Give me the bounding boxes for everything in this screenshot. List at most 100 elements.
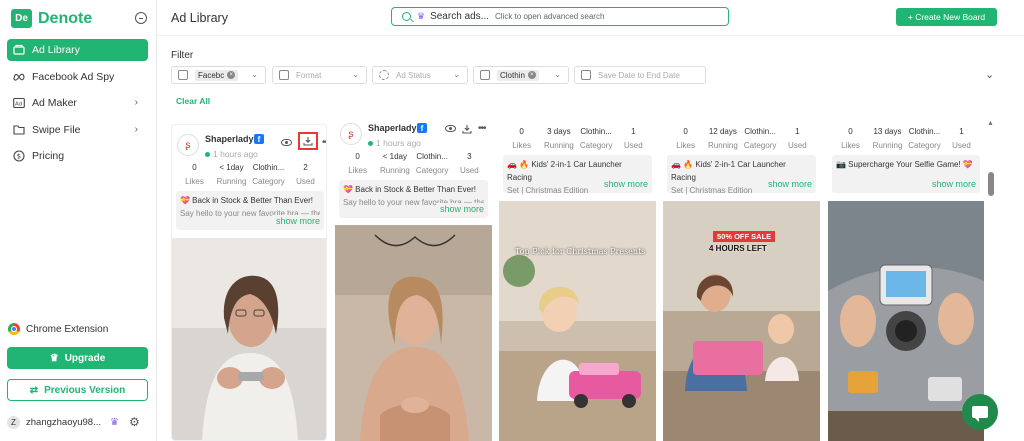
ad-text: 📷 Supercharge Your Selfie Game! 💝 show m… [832,155,980,193]
time-ago: 1 hours ago [368,138,421,148]
create-new-board-button[interactable]: + Create New Board [896,8,997,26]
sale-badge: 50% OFF SALE [713,231,776,242]
ad-text: 🚗 🔥 Kids' 2-in-1 Car Launcher Racing Set… [503,155,652,195]
upgrade-button[interactable]: ♛ Upgrade [7,347,148,369]
ad-card[interactable]: ʂ Shaperlady f 1 hours ago ••• 0Likes < … [171,124,327,441]
stat-used: 1 Used [624,127,643,150]
card-stats: 0 Likes 12 days Running Clothin... Category… [667,127,816,150]
username: zhangzhaoyu98... [26,416,102,428]
stat-category: Clothin... Category [743,127,777,150]
folder-icon [13,124,25,136]
ad-status-filter[interactable]: Ad Status ⌄ [372,66,468,84]
eye-icon[interactable] [445,125,456,132]
logo[interactable]: De Denote [11,9,92,28]
chrome-extension-link[interactable]: Chrome Extension [8,323,108,335]
brand-avatar: ʂ [340,123,362,145]
card-stats: 0 Likes < 1day Running Clothin... Category … [176,163,324,186]
stat-likes: 0 Likes [841,127,860,150]
ad-media[interactable] [828,201,984,441]
show-more-link[interactable]: show more [927,178,976,191]
platform-icon [178,70,188,80]
ad-maker-icon: Ad [13,97,25,109]
status-icon [379,70,389,80]
sidebar-item-ad-maker[interactable]: Ad Ad Maker › [7,92,148,114]
ad-card[interactable]: 0 Likes 3 days Running Clothin... Category … [499,117,656,441]
ad-media[interactable]: Top Pick for Christmas Presents [499,201,656,441]
sidebar-item-swipe-file[interactable]: Swipe File › [7,119,148,141]
platform-filter[interactable]: Facebc × ⌄ [171,66,266,84]
scrollbar-thumb[interactable] [988,172,994,196]
active-dot [205,152,210,158]
eye-icon[interactable] [281,138,292,146]
search-input[interactable]: ♛ Search ads... Click to open advanced s… [391,7,729,26]
ad-media[interactable]: 50% OFF SALE 4 HOURS LEFT [663,201,820,441]
date-range-filter[interactable]: Save Date to End Date [574,66,706,84]
previous-version-button[interactable]: ⇄ Previous Version [7,379,148,401]
expand-filters-chevron-icon[interactable]: ⌄ [985,68,994,81]
sidebar-item-label: Ad Maker [32,97,77,110]
chrome-extension-label: Chrome Extension [26,323,109,335]
remove-tag-icon[interactable]: × [527,71,536,79]
previous-version-label: Previous Version [44,384,126,396]
brand-name[interactable]: Shaperlady [368,123,417,133]
card-stats: 0 Likes 13 days Running Clothin... Category… [832,127,980,150]
svg-text:$: $ [17,153,21,161]
filter-tag: Facebc × [195,69,239,81]
chat-bubble-icon [972,406,988,422]
show-more-link[interactable]: show more [599,178,648,191]
stat-running: < 1day Running [379,152,410,175]
ad-media[interactable] [335,225,492,441]
ad-card[interactable]: 0 Likes 12 days Running Clothin... Category… [663,117,820,441]
ad-media[interactable] [172,238,326,440]
filter-tag: Clothin × [497,69,539,81]
card-stats: 0 Likes < 1day Running Clothin... Category … [339,152,488,175]
download-button[interactable] [462,124,472,134]
app-root: De Denote Ad Library Facebook Ad Spy Ad [0,0,1024,441]
chevron-right-icon: › [134,123,138,135]
card-stats: 0 Likes 3 days Running Clothin... Category … [503,127,652,150]
show-more-link[interactable]: show more [763,178,812,191]
chat-support-button[interactable] [962,394,998,430]
more-options-icon[interactable]: ••• [478,123,486,134]
scroll-up-arrow-icon[interactable]: ▲ [987,120,994,127]
stat-likes: 0 Likes [185,163,204,186]
brand-name[interactable]: Shaperlady [205,134,254,144]
ad-card[interactable]: ʂ Shaperlady f 1 hours ago ••• 0Likes < … [335,117,492,441]
search-hint: Click to open advanced search [495,12,605,21]
remove-tag-icon[interactable]: × [227,71,236,79]
more-options-icon[interactable]: ••• [322,137,326,148]
show-more-link[interactable]: show more [271,215,320,228]
filter-tag-label: Facebc [198,70,225,80]
ad-text: 💝 Back in Stock & Better Than Ever! Say … [176,191,324,230]
format-filter[interactable]: Format ⌄ [272,66,367,84]
stat-category: Clothin... Category [579,127,613,150]
ad-image-child-toy [499,201,656,441]
calendar-icon [581,70,591,80]
format-icon [279,70,289,80]
sidebar-nav: Ad Library Facebook Ad Spy Ad Ad Maker › [7,39,148,172]
category-filter[interactable]: Clothin × ⌄ [473,66,569,84]
stat-used: 1 Used [788,127,807,150]
stat-running: 3 days Running [543,127,574,150]
ad-status-placeholder: Ad Status [396,70,431,80]
gear-icon[interactable]: ⚙ [129,415,140,429]
stat-running: < 1day Running [216,163,247,186]
header-divider [157,35,1024,36]
sidebar-item-ad-library[interactable]: Ad Library [7,39,148,61]
crown-icon: ♛ [417,11,426,21]
collapse-sidebar-icon[interactable] [135,12,147,24]
show-more-link[interactable]: show more [435,203,484,216]
user-menu[interactable]: Z zhangzhaoyu98... ♛ ⚙ [7,415,150,429]
sidebar-item-facebook-ad-spy[interactable]: Facebook Ad Spy [7,66,148,88]
sidebar: De Denote Ad Library Facebook Ad Spy Ad [0,0,157,441]
download-button[interactable] [298,132,318,150]
sidebar-item-pricing[interactable]: $ Pricing [7,145,148,167]
stat-used: 2 Used [296,163,315,186]
ad-text: 💝 Back in Stock & Better Than Ever! Say … [339,180,488,218]
ad-card[interactable]: 0 Likes 13 days Running Clothin... Category… [828,117,984,441]
sidebar-item-label: Facebook Ad Spy [32,70,115,83]
svg-text:Ad: Ad [15,102,22,108]
stat-used: 3 Used [460,152,479,175]
clear-all-button[interactable]: Clear All [176,96,210,106]
chrome-icon [8,323,20,335]
